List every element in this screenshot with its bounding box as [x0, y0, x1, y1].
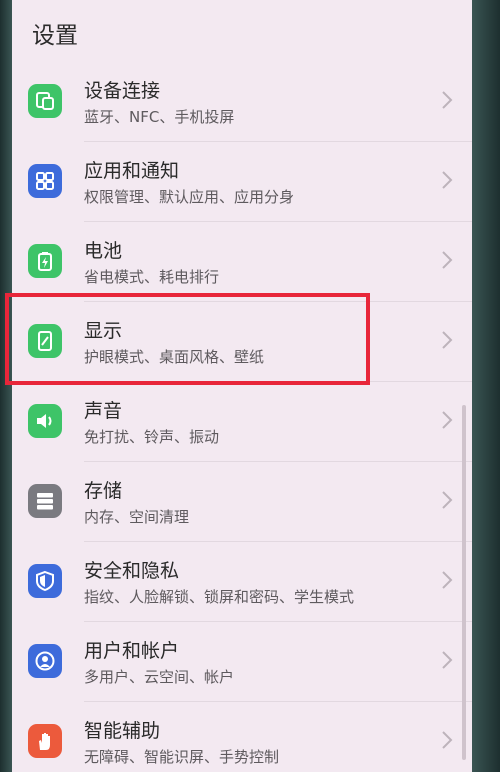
chevron-right-icon — [442, 491, 453, 509]
settings-list: 设备连接 蓝牙、NFC、手机投屏 应用和通知 权限管理、默认应用、应用分身 电池… — [12, 62, 472, 772]
chevron-right-icon — [442, 731, 453, 749]
device-connection-icon — [28, 84, 62, 118]
storage-icon — [28, 484, 62, 518]
settings-item-users-accounts[interactable]: 用户和帐户 多用户、云空间、帐户 — [12, 622, 472, 702]
item-subtitle: 多用户、云空间、帐户 — [84, 668, 235, 686]
battery-icon — [28, 244, 62, 278]
settings-item-security-privacy[interactable]: 安全和隐私 指纹、人脸解锁、锁屏和密码、学生模式 — [12, 542, 472, 622]
item-subtitle: 省电模式、耗电排行 — [84, 268, 220, 286]
settings-item-battery[interactable]: 电池 省电模式、耗电排行 — [12, 222, 472, 302]
apps-icon — [28, 164, 62, 198]
item-label: 用户和帐户 — [84, 640, 180, 662]
item-subtitle: 无障碍、智能识屏、手势控制 — [84, 748, 280, 766]
hand-icon — [28, 724, 62, 758]
chevron-right-icon — [442, 331, 453, 349]
item-label: 设备连接 — [84, 80, 161, 102]
chevron-right-icon — [442, 571, 453, 589]
item-label: 电池 — [84, 240, 123, 262]
chevron-right-icon — [442, 411, 453, 429]
settings-item-device-connection[interactable]: 设备连接 蓝牙、NFC、手机投屏 — [12, 62, 472, 142]
chevron-right-icon — [442, 251, 453, 269]
item-label: 智能辅助 — [84, 720, 161, 742]
sound-icon — [28, 404, 62, 438]
item-subtitle: 蓝牙、NFC、手机投屏 — [84, 108, 235, 126]
settings-item-smart-assistance[interactable]: 智能辅助 无障碍、智能识屏、手势控制 — [12, 702, 472, 772]
chevron-right-icon — [442, 171, 453, 189]
item-subtitle: 权限管理、默认应用、应用分身 — [84, 188, 295, 206]
settings-item-apps-notifications[interactable]: 应用和通知 权限管理、默认应用、应用分身 — [12, 142, 472, 222]
item-subtitle: 指纹、人脸解锁、锁屏和密码、学生模式 — [84, 588, 355, 606]
settings-screen: 设置 设备连接 蓝牙、NFC、手机投屏 应用和通知 权限管理、默认应用、应用分身 — [12, 0, 472, 772]
user-icon — [28, 644, 62, 678]
highlight-box — [5, 293, 370, 385]
chevron-right-icon — [442, 91, 453, 109]
settings-item-sound[interactable]: 声音 免打扰、铃声、振动 — [12, 382, 472, 462]
item-label: 声音 — [84, 400, 123, 422]
shield-icon — [28, 564, 62, 598]
scrollbar[interactable] — [462, 405, 466, 760]
item-label: 安全和隐私 — [84, 560, 180, 582]
settings-item-storage[interactable]: 存储 内存、空间清理 — [12, 462, 472, 542]
item-subtitle: 内存、空间清理 — [84, 508, 190, 526]
device-bezel-left — [0, 0, 12, 772]
header: 设置 — [12, 0, 472, 62]
page-title: 设置 — [32, 23, 78, 49]
item-subtitle: 免打扰、铃声、振动 — [84, 428, 220, 446]
item-label: 存储 — [84, 480, 123, 502]
item-label: 应用和通知 — [84, 160, 180, 182]
chevron-right-icon — [442, 651, 453, 669]
device-bezel-right — [472, 0, 500, 772]
